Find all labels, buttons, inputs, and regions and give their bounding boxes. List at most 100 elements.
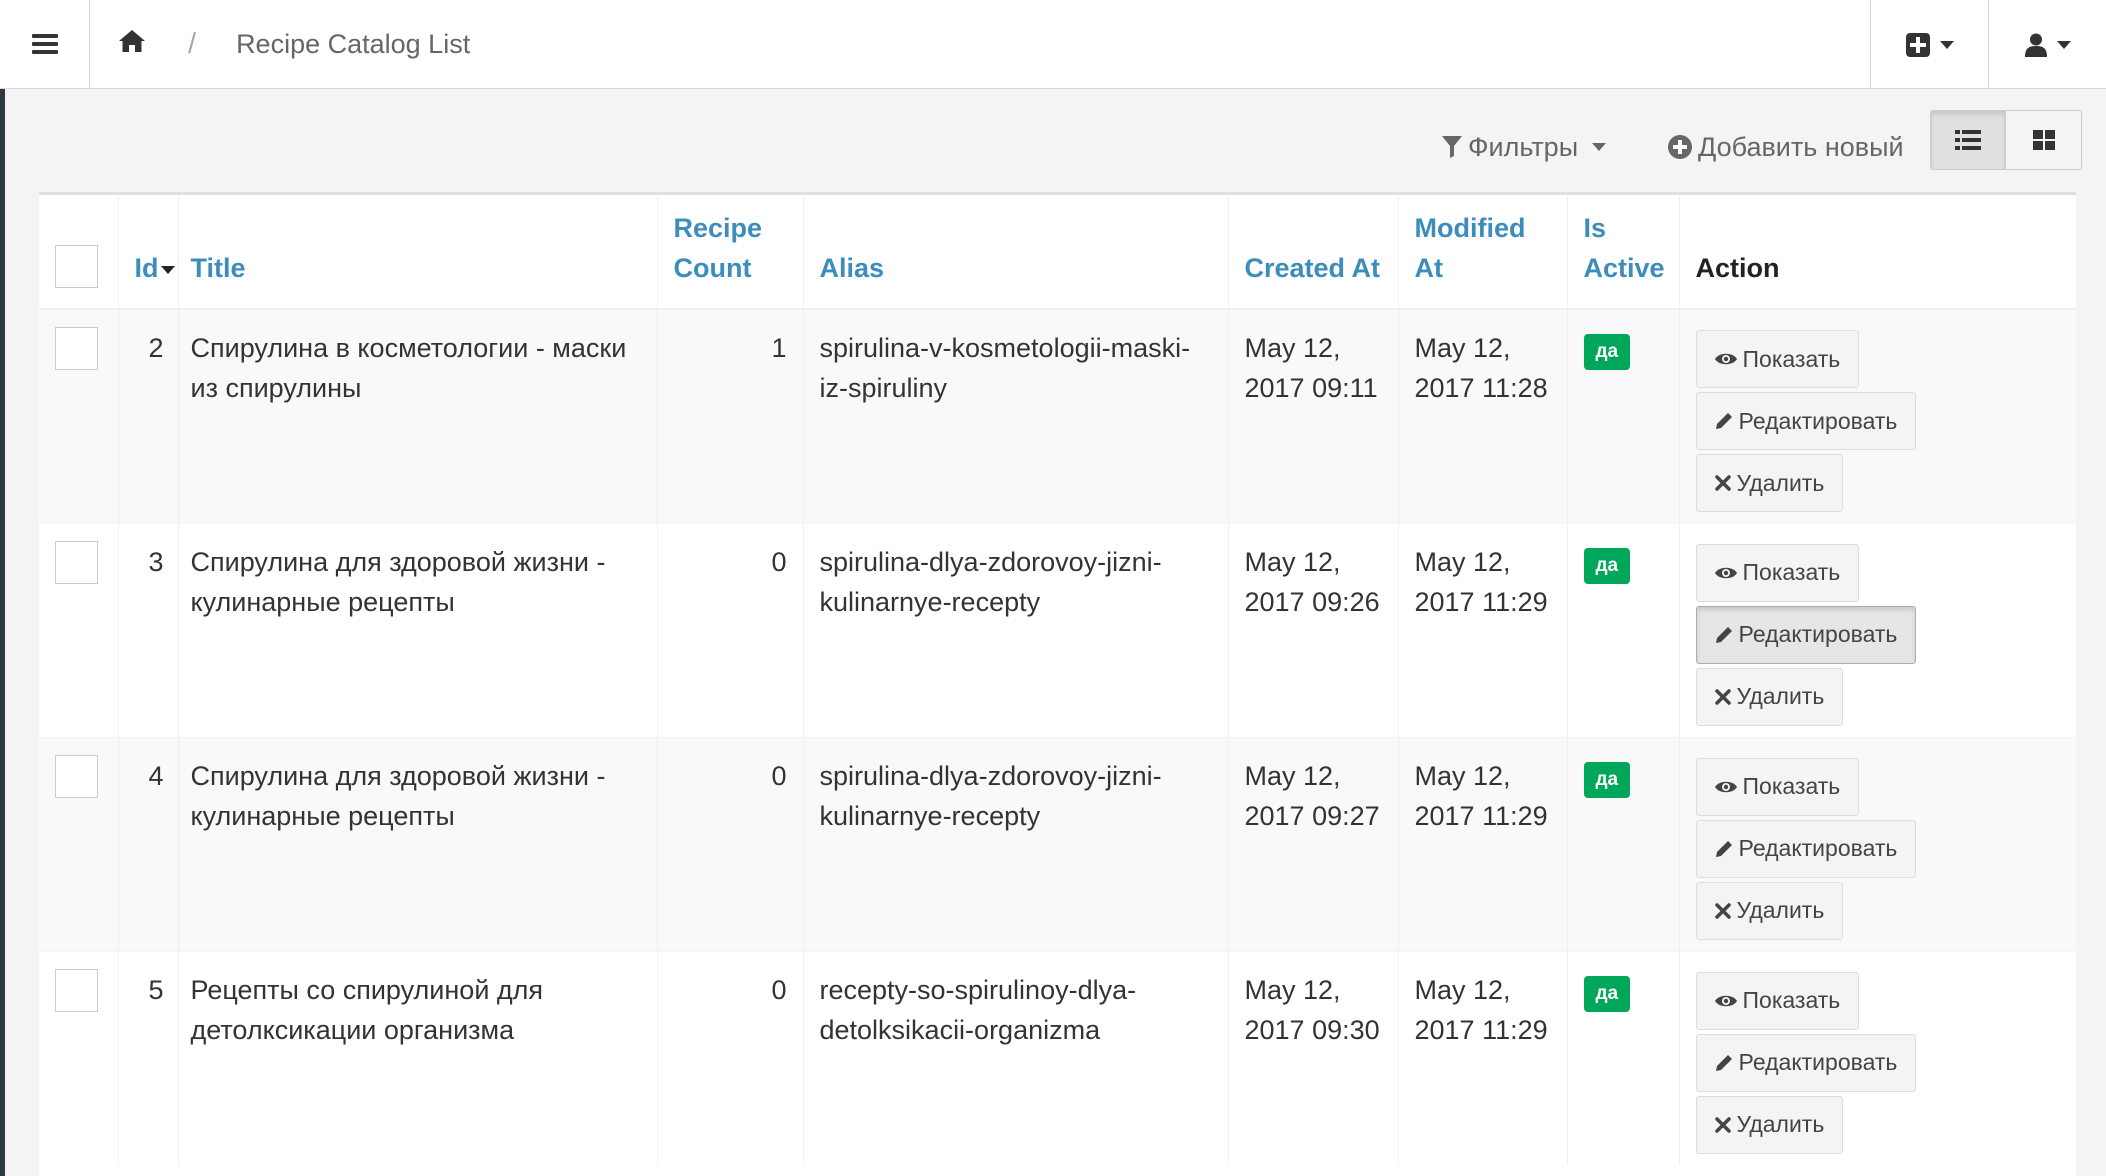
table-row: 5 Рецепты со спирулиной для детолксикации… [39,950,2076,1165]
row-checkbox[interactable] [55,754,98,798]
status-badge: да [1583,334,1631,370]
filters-dropdown[interactable]: Фильтры [1442,127,1607,167]
chevron-down-icon [2056,40,2071,49]
page-title: Recipe Catalog List [236,28,471,59]
cell-modified-at: May 12, 2017 11:28 [1398,308,1568,523]
close-icon [1714,902,1731,919]
status-badge: да [1583,547,1631,584]
edit-label: Редактировать [1738,621,1898,647]
column-header-recipe-count[interactable]: Recipe Count [657,195,804,310]
edit-button[interactable]: Редактировать [1695,605,1917,664]
cell-created-at: May 12, 2017 09:11 [1228,308,1399,523]
pencil-icon [1715,1054,1732,1071]
table-row: 2 Спирулина в косметологии - маски из спи… [39,308,2076,523]
plus-square-icon [1905,32,1930,57]
cell-alias: recepty-so-spirulinoy-dlya-detolksikacii… [803,950,1229,1165]
cell-alias: spirulina-dlya-zdorovoy-jizni-kulinarnye… [803,522,1229,737]
edit-label: Редактировать [1738,407,1898,434]
row-checkbox[interactable] [55,968,98,1012]
column-header-title[interactable]: Title [178,195,658,310]
status-badge: да [1583,975,1631,1012]
cell-id: 5 [118,950,179,1165]
cell-id: 3 [118,522,179,737]
show-button[interactable]: Показать [1695,543,1860,602]
delete-label: Удалить [1736,897,1825,923]
cell-is-active: да [1567,308,1680,523]
row-checkbox[interactable] [55,540,98,584]
pencil-icon [1715,413,1732,429]
row-select-cell [39,950,119,1165]
list-icon [1955,130,1981,150]
cell-is-active: да [1567,736,1680,951]
show-label: Показать [1742,345,1841,372]
cell-title: Спирулина для здоровой жизни - кулинарные… [178,736,658,951]
cell-recipe-count: 0 [657,736,804,951]
delete-button[interactable]: Удалить [1695,881,1844,940]
add-new-button[interactable]: Добавить новый [1668,127,1904,167]
cell-actions: Показать Редактировать Удалить [1679,522,2076,737]
pencil-icon [1715,626,1732,643]
edit-button[interactable]: Редактировать [1695,819,1917,878]
cell-title: Спирулина в косметологии - маски из спиру… [178,308,658,523]
close-icon [1714,475,1731,491]
edit-label: Редактировать [1738,1049,1898,1075]
show-button[interactable]: Показать [1695,757,1860,816]
breadcrumb-separator: / [188,27,197,60]
user-menu-dropdown[interactable] [1988,0,2106,89]
delete-label: Удалить [1736,469,1825,496]
cell-recipe-count: 0 [657,950,804,1165]
user-icon [2024,33,2047,57]
quick-add-dropdown[interactable] [1870,0,1988,89]
eye-icon [1714,995,1737,1006]
row-checkbox[interactable] [55,327,98,370]
plus-circle-icon [1668,135,1692,159]
view-mode-toggle [1930,110,2082,170]
list-panel: Id Title Recipe Count Alias Created At Mo… [39,192,2076,1176]
show-label: Показать [1742,987,1841,1013]
column-header-alias[interactable]: Alias [803,195,1229,310]
home-icon[interactable] [118,29,146,60]
content-area: Фильтры Добавить новый Id Title Recipe C… [0,89,2106,1176]
top-navbar: / Recipe Catalog List [0,0,2106,89]
cell-title: Рецепты со спирулиной для детолксикации о… [178,950,658,1165]
cell-alias: spirulina-dlya-zdorovoy-jizni-kulinarnye… [803,736,1229,951]
cell-id: 4 [118,736,179,951]
column-header-created-at[interactable]: Created At [1228,195,1399,310]
row-select-cell [39,522,119,737]
show-button[interactable]: Показать [1695,971,1860,1030]
table-row: 4 Спирулина для здоровой жизни - кулинарн… [39,736,2076,951]
table-row: 3 Спирулина для здоровой жизни - кулинарн… [39,522,2076,737]
cell-actions: Показать Редактировать Удалить [1679,950,2076,1165]
grid-icon [2032,130,2055,150]
column-header-id[interactable]: Id [118,195,179,310]
show-label: Показать [1742,773,1841,799]
select-all-cell [39,195,119,310]
sort-desc-icon [160,265,175,274]
select-all-checkbox[interactable] [55,245,98,288]
cell-modified-at: May 12, 2017 11:29 [1398,736,1568,951]
grid-view-button[interactable] [2006,111,2081,169]
cell-modified-at: May 12, 2017 11:29 [1398,522,1568,737]
cell-alias: spirulina-v-kosmetologii-maski-iz-spirul… [803,308,1229,523]
edit-button[interactable]: Редактировать [1695,392,1917,450]
delete-button[interactable]: Удалить [1695,454,1844,512]
cell-modified-at: May 12, 2017 11:29 [1398,950,1568,1165]
eye-icon [1714,567,1737,578]
close-icon [1714,1116,1731,1133]
delete-button[interactable]: Удалить [1695,667,1844,726]
chevron-down-icon [1592,143,1607,151]
row-select-cell [39,736,119,951]
edit-button[interactable]: Редактировать [1695,1033,1917,1092]
add-new-label: Добавить новый [1698,131,1904,162]
list-view-button[interactable] [1931,111,2006,169]
filters-label: Фильтры [1468,131,1579,162]
delete-button[interactable]: Удалить [1695,1095,1844,1154]
sidebar-toggle-button[interactable] [0,0,90,89]
bars-icon [31,34,58,54]
cell-created-at: May 12, 2017 09:27 [1228,736,1399,951]
column-header-modified-at[interactable]: Modified At [1398,195,1568,310]
show-button[interactable]: Показать [1695,330,1860,388]
status-badge: да [1583,761,1631,798]
column-header-is-active[interactable]: Is Active [1567,195,1680,310]
navbar-right [1870,0,2106,89]
